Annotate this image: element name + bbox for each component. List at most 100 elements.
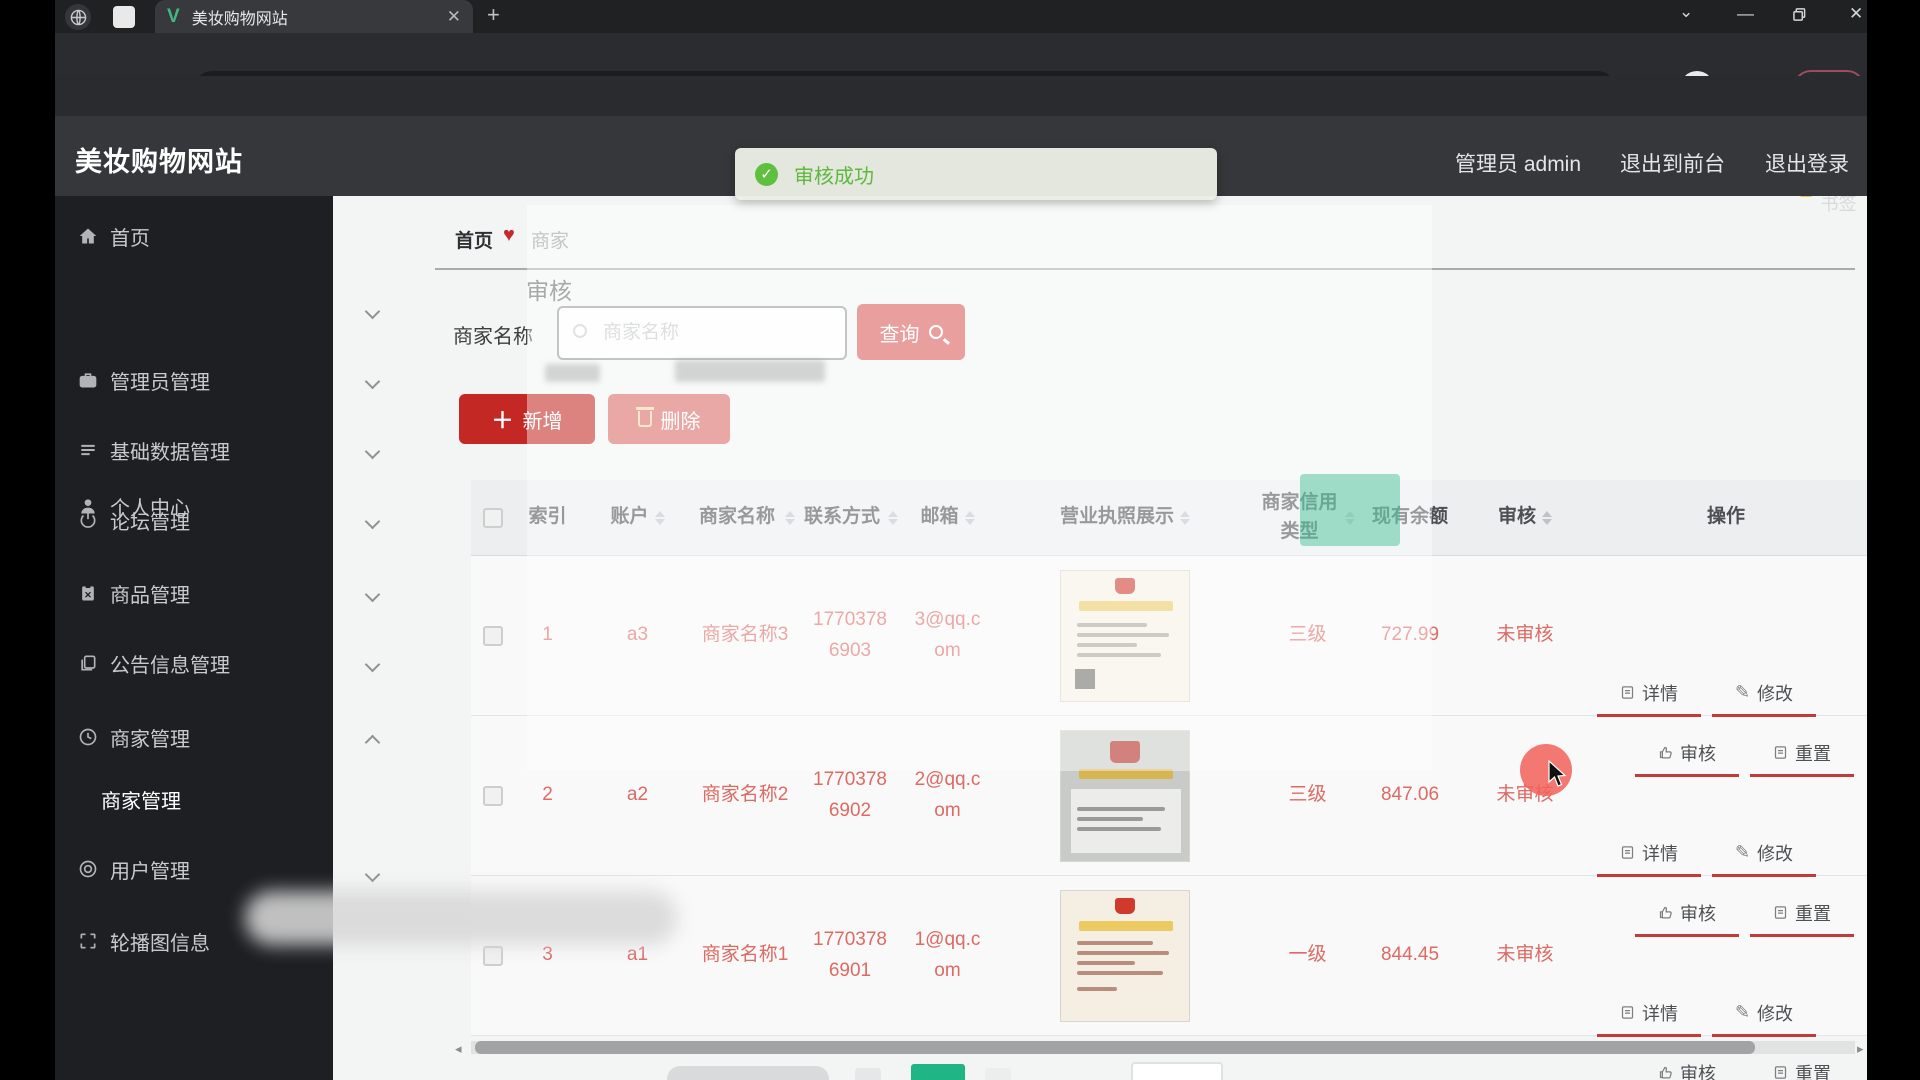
frame-icon <box>77 930 99 952</box>
mouse-cursor <box>1548 760 1567 787</box>
cell-phone: 17703786902 <box>813 769 887 821</box>
detail-button[interactable]: 详情 <box>1597 996 1701 1037</box>
pinned-tab-icon[interactable] <box>113 6 135 28</box>
sidebar-item-merchant[interactable]: 商家管理 <box>55 713 333 761</box>
sidebar-subitem-merchant[interactable]: 商家管理 <box>101 779 321 819</box>
chevron-down-icon[interactable] <box>364 656 381 673</box>
detail-button[interactable]: 详情 <box>1597 836 1701 877</box>
merchant-name-label: 商家名称 <box>453 326 533 348</box>
pencil-icon: ✎ <box>1734 842 1751 862</box>
sidebar-item-notice[interactable]: 公告信息管理 <box>55 639 333 687</box>
sidebar-item-users[interactable]: 用户管理 <box>55 845 333 893</box>
home-icon <box>77 225 99 247</box>
globe-icon[interactable] <box>65 4 91 30</box>
tab-close-icon[interactable]: ✕ <box>447 7 461 27</box>
cell-email: 1@qq.com <box>914 929 981 981</box>
pagination-prev-button[interactable] <box>855 1068 881 1080</box>
toast-message: 审核成功 <box>794 165 874 188</box>
document-icon <box>1620 1005 1635 1020</box>
active-tab[interactable]: V 美妆购物网站 ✕ <box>155 0 473 33</box>
cell-phone: 17703786901 <box>813 929 887 981</box>
thumb-icon <box>1658 745 1673 760</box>
plus-icon: ＋ <box>491 408 514 433</box>
clipboard-icon <box>77 582 99 604</box>
row-checkbox[interactable] <box>483 945 503 966</box>
sidebar: 首页 个人中心 管理员管理 基础数据管理 论坛管理 商品管理 公告信息管理 商家… <box>55 196 333 1080</box>
cell-merchant-name: 商家名称2 <box>701 784 789 806</box>
sidebar-label: 轮播图信息 <box>110 932 210 955</box>
sidebar-item-home[interactable]: 首页 <box>55 212 333 260</box>
maximize-button[interactable] <box>1793 6 1806 26</box>
sidebar-item-admin[interactable]: 管理员管理 <box>55 356 333 404</box>
pagination-active-page[interactable] <box>911 1064 965 1080</box>
chevron-down-icon[interactable] <box>364 303 381 320</box>
tab-search-icon[interactable]: ⌄ <box>1679 2 1693 22</box>
success-toast: ✓ 审核成功 <box>735 148 1217 200</box>
edit-button[interactable]: ✎ 修改 <box>1712 996 1816 1037</box>
browser-tab-bar: V 美妆购物网站 ✕ + ⌄ — ✕ <box>55 0 1867 33</box>
select-all-checkbox[interactable] <box>483 507 503 528</box>
cell-balance: 847.06 <box>1380 784 1440 806</box>
thumb-icon <box>1658 905 1673 920</box>
blurred-watermark <box>245 891 677 945</box>
chevron-up-icon[interactable] <box>364 734 381 751</box>
cell-merchant-name: 商家名称1 <box>701 944 789 966</box>
minimize-button[interactable]: — <box>1737 4 1754 24</box>
chevron-down-icon[interactable] <box>364 373 381 390</box>
document-icon <box>1620 845 1635 860</box>
ghost-dialog-title: 审核 <box>526 278 572 304</box>
row-checkbox[interactable] <box>483 785 503 806</box>
col-header-audit[interactable]: 审核 <box>1465 503 1585 532</box>
audit-button[interactable]: 审核 <box>1635 1056 1739 1080</box>
sidebar-item-basic-data[interactable]: 基础数据管理 <box>55 426 333 474</box>
ghost-text <box>675 360 825 382</box>
cell-index: 2 <box>542 784 553 806</box>
breadcrumb-home[interactable]: 首页 <box>455 226 493 253</box>
logout-link[interactable]: 退出登录 <box>1765 148 1849 178</box>
admin-user-label: 管理员 admin <box>1455 153 1582 176</box>
detail-button[interactable]: 详情 <box>1597 676 1701 717</box>
document-icon <box>1773 1065 1788 1080</box>
ghost-confirm-button <box>1300 474 1400 546</box>
edit-button[interactable]: ✎ 修改 <box>1712 836 1816 877</box>
page-size-select[interactable] <box>1131 1062 1223 1080</box>
sidebar-label: 公告信息管理 <box>110 654 230 677</box>
sidebar-label: 首页 <box>110 227 150 250</box>
sidebar-label: 基础数据管理 <box>110 441 230 464</box>
chevron-down-icon[interactable] <box>364 513 381 530</box>
horizontal-scrollbar-thumb[interactable] <box>475 1041 1755 1054</box>
sort-icon[interactable] <box>1542 510 1552 525</box>
heart-icon: ♥ <box>503 224 515 246</box>
thumb-icon <box>1658 1065 1673 1080</box>
sidebar-item-goods[interactable]: 商品管理 <box>55 569 333 617</box>
edit-button[interactable]: ✎ 修改 <box>1712 676 1816 717</box>
audit-button[interactable]: 审核 <box>1635 736 1739 777</box>
close-window-button[interactable]: ✕ <box>1849 4 1863 24</box>
license-image[interactable] <box>1060 889 1190 1022</box>
reset-button[interactable]: 重置 <box>1750 1056 1854 1080</box>
audit-button[interactable]: 审核 <box>1635 896 1739 937</box>
scroll-right-arrow[interactable]: ▸ <box>1857 1041 1864 1057</box>
reset-button[interactable]: 重置 <box>1750 896 1854 937</box>
browser-window: V 美妆购物网站 ✕ + ⌄ — ✕ ← → ⟳ i localhost:808… <box>55 0 1867 1080</box>
new-tab-button[interactable]: + <box>487 2 500 28</box>
row-checkbox[interactable] <box>483 625 503 646</box>
document-icon <box>1773 745 1788 760</box>
sidebar-sublabel: 商家管理 <box>101 790 181 813</box>
bookmarks-bar: 资料 常用 其他书签 <box>55 76 1867 214</box>
chevron-down-icon[interactable] <box>364 443 381 460</box>
reset-button[interactable]: 重置 <box>1750 736 1854 777</box>
sidebar-item-forum[interactable]: 论坛管理 <box>55 496 333 544</box>
exit-to-front-link[interactable]: 退出到前台 <box>1620 148 1725 178</box>
chevron-down-icon[interactable] <box>364 866 381 883</box>
at-circle-icon <box>77 858 99 880</box>
cell-email: 2@qq.com <box>914 769 981 821</box>
screen: V 美妆购物网站 ✕ + ⌄ — ✕ ← → ⟳ i localhost:808… <box>0 0 1920 1080</box>
cell-account: a2 <box>626 784 649 806</box>
pages-icon <box>77 652 99 674</box>
pagination-next-button[interactable] <box>985 1068 1011 1080</box>
vue-favicon: V <box>167 5 180 27</box>
chevron-down-icon[interactable] <box>364 586 381 603</box>
document-icon <box>1620 685 1635 700</box>
scroll-left-arrow[interactable]: ◂ <box>455 1041 462 1057</box>
